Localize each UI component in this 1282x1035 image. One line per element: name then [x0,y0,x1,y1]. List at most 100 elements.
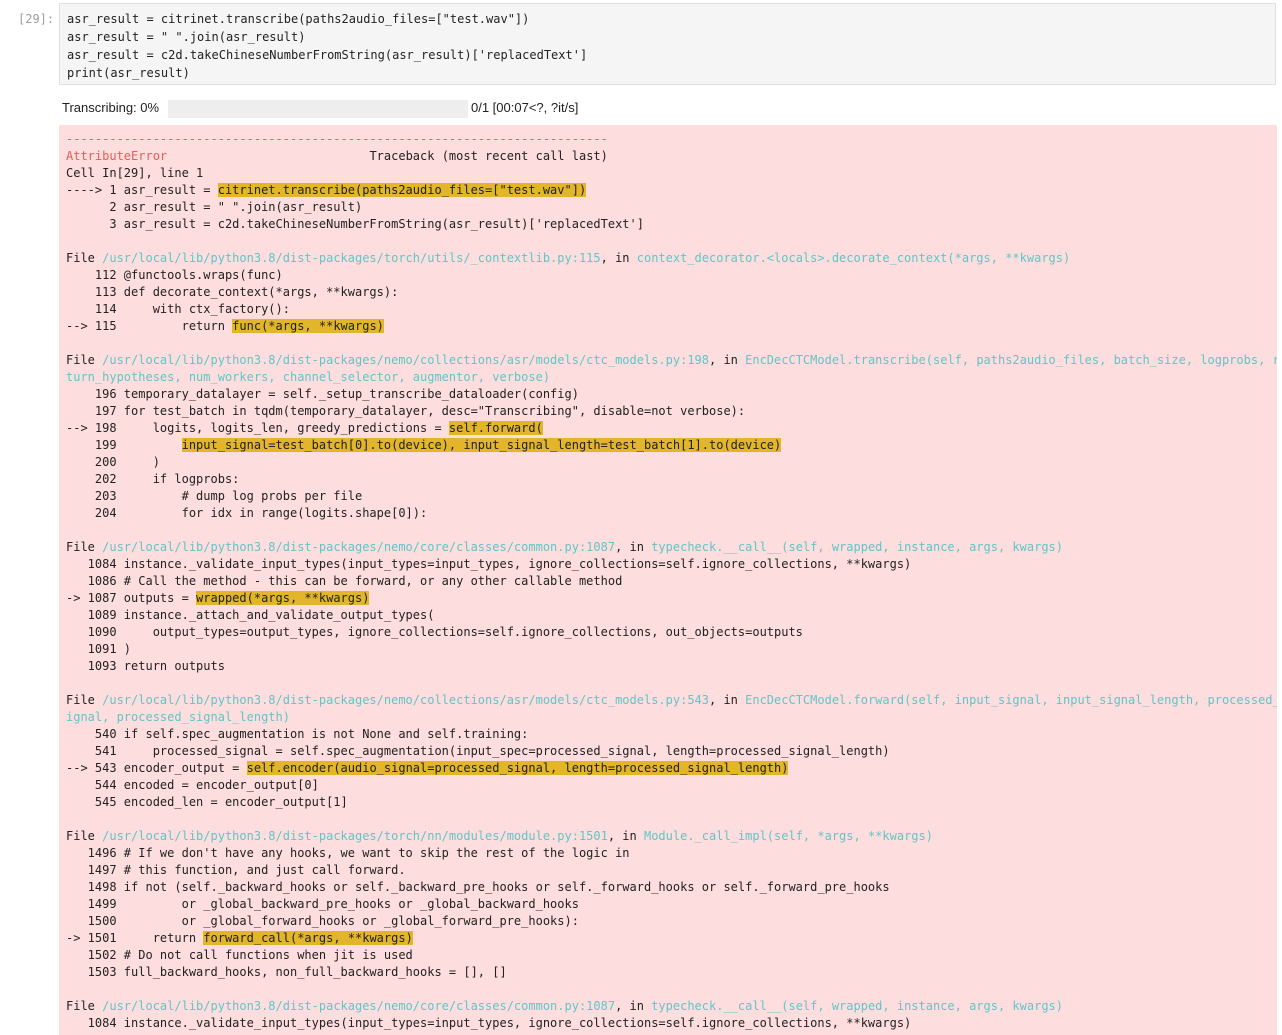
file-path-link[interactable]: /usr/local/lib/python3.8/dist-packages/t… [102,829,608,843]
traceback-code-line [66,811,1270,828]
in-keyword: , in [709,353,746,367]
traceback-code-line: 1084 instance._validate_input_types(inpu… [66,1016,912,1030]
traceback-code-line: -> 1087 outputs = wrapped(*args, **kwarg… [66,590,1270,607]
traceback-code-line: 1091 ) [66,642,132,656]
traceback-code-line: 200 ) [66,455,160,469]
traceback-code-line: 1497 # this function, and just call forw… [66,863,406,877]
highlighted-expression: func(*args, **kwargs) [232,319,384,333]
in-keyword: , in [607,829,644,843]
traceback-code-line: 1498 if not (self._backward_hooks or sel… [66,880,890,894]
code-line[interactable]: print(asr_result) [67,64,1268,82]
file-path-link[interactable]: /usr/local/lib/python3.8/dist-packages/n… [102,540,615,554]
function-signature: typecheck.__call__(self, wrapped, instan… [651,999,1064,1013]
code-prefix: -> 1501 return [66,931,204,945]
traceback-cell-line: Cell In[29], line 1 [66,166,204,180]
file-keyword: File [66,251,103,265]
traceback-code-line [66,675,1270,692]
file-path-link[interactable]: /usr/local/lib/python3.8/dist-packages/n… [102,353,709,367]
traceback-code-line: 112 @functools.wraps(func) [66,268,283,282]
traceback-code-line: 114 with ctx_factory(): [66,302,290,316]
traceback-code-line: --> 115 return func(*args, **kwargs) [66,318,1270,335]
traceback-code-line: 1086 # Call the method - this can be for… [66,574,623,588]
file-keyword: File [66,353,103,367]
traceback-code-line [66,522,1270,539]
traceback-code-line: 113 def decorate_context(*args, **kwargs… [66,285,399,299]
in-keyword: , in [615,999,652,1013]
progress-bar [168,100,468,118]
cell-prompt: [29]: [18,12,55,26]
traceback-code-line: 1500 or _global_forward_hooks or _global… [66,914,579,928]
traceback-code-line: 3 asr_result = c2d.takeChineseNumberFrom… [66,217,644,231]
file-keyword: File [66,693,103,707]
in-keyword: , in [709,693,746,707]
traceback-code-line: 202 if logprobs: [66,472,240,486]
code-line[interactable]: asr_result = citrinet.transcribe(paths2a… [67,10,1268,28]
header-spacer [167,149,369,163]
traceback-output: ----------------------------------------… [59,125,1277,1035]
progress-label: Transcribing: 0% [62,100,160,115]
highlighted-expression: wrapped(*args, **kwargs) [196,591,370,605]
traceback-code-line: 1090 output_types=output_types, ignore_c… [66,625,803,639]
traceback-code-line: -> 1501 return forward_call(*args, **kwa… [66,930,1270,947]
traceback-code-line: 2 asr_result = " ".join(asr_result) [66,200,363,214]
traceback-code-line: ----> 1 asr_result = citrinet.transcribe… [66,182,1270,199]
traceback-code-line: ignal, processed_signal_length) [66,710,290,724]
traceback-code-line: 1089 instance._attach_and_validate_outpu… [66,608,435,622]
file-keyword: File [66,829,103,843]
file-path-link[interactable]: /usr/local/lib/python3.8/dist-packages/n… [102,693,709,707]
highlighted-expression: self.encoder(audio_signal=processed_sign… [246,761,789,775]
traceback-code-line: 545 encoded_len = encoder_output[1] [66,795,348,809]
traceback-code-line: 199 input_signal=test_batch[0].to(device… [66,437,1270,454]
highlighted-expression: forward_call(*args, **kwargs) [203,931,413,945]
file-keyword: File [66,999,103,1013]
progress-stats: 0/1 [00:07<?, ?it/s] [471,100,579,115]
code-prefix: --> 115 return [66,319,233,333]
function-signature: EncDecCTCModel.transcribe(self, paths2au… [745,353,1277,367]
traceback-file-line: File /usr/local/lib/python3.8/dist-packa… [66,539,1270,556]
traceback-code-line: 1093 return outputs [66,659,225,673]
traceback-lines: ----> 1 asr_result = citrinet.transcribe… [66,182,1277,1032]
function-signature: context_decorator.<locals>.decorate_cont… [636,251,1071,265]
file-path-link[interactable]: /usr/local/lib/python3.8/dist-packages/n… [102,999,615,1013]
traceback-code-line [66,981,1270,998]
file-keyword: File [66,540,103,554]
traceback-file-line: File /usr/local/lib/python3.8/dist-packa… [66,828,1270,845]
traceback-code-line: 1084 instance._validate_input_types(inpu… [66,557,912,571]
traceback-header-right: Traceback (most recent call last) [369,149,608,163]
traceback-code-line: 544 encoded = encoder_output[0] [66,778,319,792]
traceback-code-line: 197 for test_batch in tqdm(temporary_dat… [66,404,746,418]
traceback-code-line: 196 temporary_datalayer = self._setup_tr… [66,387,579,401]
traceback-code-line: 1499 or _global_backward_pre_hooks or _g… [66,897,579,911]
traceback-code-line: turn_hypotheses, num_workers, channel_se… [66,370,551,384]
traceback-code-line: 1496 # If we don't have any hooks, we wa… [66,846,630,860]
code-prefix: ----> 1 asr_result = [66,183,218,197]
traceback-file-line: File /usr/local/lib/python3.8/dist-packa… [66,352,1277,369]
code-line[interactable]: asr_result = c2d.takeChineseNumberFromSt… [67,46,1268,64]
traceback-code-line: 203 # dump log probs per file [66,489,363,503]
traceback-file-line: File /usr/local/lib/python3.8/dist-packa… [66,998,1270,1015]
highlighted-expression: citrinet.transcribe(paths2audio_files=["… [217,183,587,197]
traceback-code-line: 541 processed_signal = self.spec_augment… [66,744,890,758]
traceback-header: AttributeError Traceback (most recent ca… [66,148,1270,165]
function-signature: Module._call_impl(self, *args, **kwargs) [643,829,933,843]
in-keyword: , in [615,540,652,554]
highlighted-expression: input_signal=test_batch[0].to(device), i… [181,438,782,452]
traceback-code-line: 1503 full_backward_hooks, non_full_backw… [66,965,507,979]
function-signature: EncDecCTCModel.forward(self, input_signa… [745,693,1277,707]
traceback-code-line: 204 for idx in range(logits.shape[0]): [66,506,428,520]
code-line[interactable]: asr_result = " ".join(asr_result) [67,28,1268,46]
traceback-file-line: File /usr/local/lib/python3.8/dist-packa… [66,692,1277,709]
code-prefix: 199 [66,438,182,452]
traceback-code-line: --> 543 encoder_output = self.encoder(au… [66,760,1270,777]
traceback-code-line: 1502 # Do not call functions when jit is… [66,948,413,962]
progress-widget: Transcribing: 0% 0/1 [00:07<?, ?it/s] [62,99,662,119]
code-editor[interactable]: asr_result = citrinet.transcribe(paths2a… [59,3,1276,85]
error-name: AttributeError [66,149,168,163]
code-prefix: --> 543 encoder_output = [66,761,247,775]
traceback-separator: ----------------------------------------… [66,132,608,146]
traceback-code-line [66,335,1270,352]
traceback-file-line: File /usr/local/lib/python3.8/dist-packa… [66,250,1270,267]
file-path-link[interactable]: /usr/local/lib/python3.8/dist-packages/t… [102,251,601,265]
traceback-code-line: 540 if self.spec_augmentation is not Non… [66,727,529,741]
traceback-code-line [66,233,1270,250]
